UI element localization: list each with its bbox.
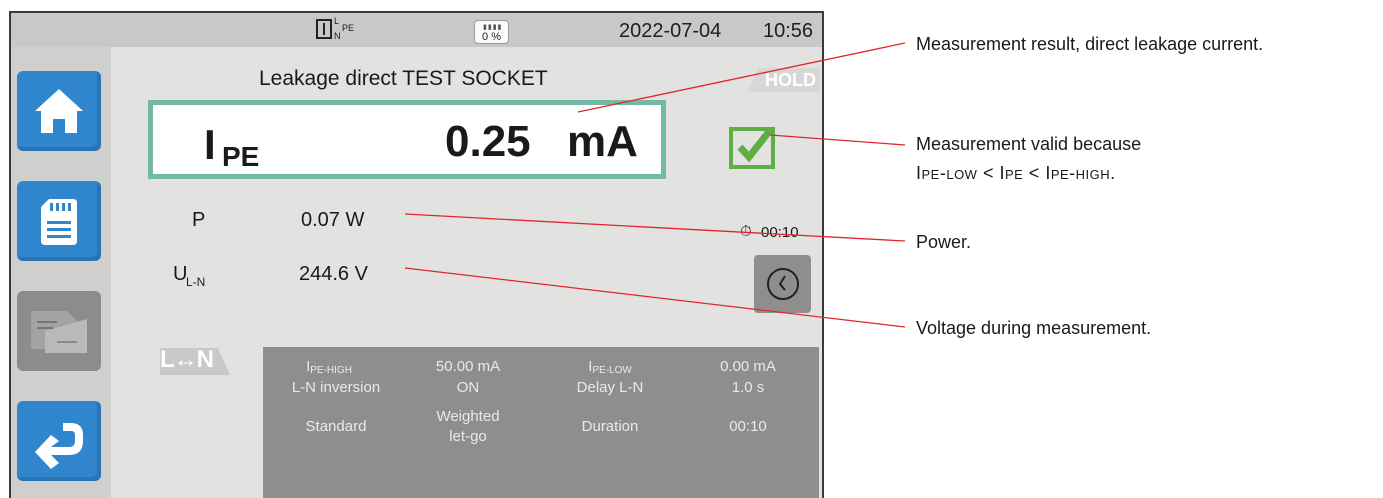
power-value: 0.07 W <box>301 209 365 231</box>
records-icon <box>31 311 87 353</box>
annotation-voltage: Voltage during measurement. <box>916 318 1152 338</box>
clock-icon <box>767 268 799 300</box>
param-ipe-low-value: 0.00 mA <box>720 358 776 375</box>
socket-lnpe-icon <box>316 19 332 39</box>
lnpe-n-label: N <box>334 31 341 41</box>
param-ipe-high-value: 50.00 mA <box>435 358 501 375</box>
result-value: 0.25 <box>445 117 531 166</box>
sd-card-contacts: ▮▮▮▮ <box>483 24 503 31</box>
home-button[interactable] <box>17 71 101 151</box>
result-symbol-subscript: PE <box>222 141 260 172</box>
sd-card-usage: 0 % <box>482 31 501 43</box>
timer-button[interactable] <box>754 255 811 313</box>
status-date: 2022-07-04 <box>619 20 722 42</box>
voltage-value: 244.6 V <box>299 263 368 285</box>
param-duration-label: Duration <box>581 418 639 435</box>
back-arrow-icon <box>35 423 83 469</box>
screen-title: Leakage direct TEST SOCKET <box>259 67 548 90</box>
sd-card-icon <box>41 199 77 245</box>
param-standard-value: Weighted let-go <box>436 408 500 445</box>
param-duration-value: 00:10 <box>729 418 767 435</box>
result-unit: mA <box>567 117 638 166</box>
sd-card-status-icon: ▮▮▮▮ 0 % <box>474 20 509 44</box>
annotation-valid-line2: Ipe-low < Ipe < Ipe-high. <box>916 163 1116 183</box>
lnpe-l-label: L <box>334 16 340 26</box>
param-ln-inversion-value: ON <box>456 379 480 396</box>
lnpe-pe-label: PE <box>342 23 355 33</box>
param-ln-inversion-label: L-N inversion <box>291 379 381 396</box>
power-label: P <box>192 209 206 231</box>
records-button[interactable] <box>17 291 101 371</box>
back-button[interactable] <box>17 401 101 481</box>
status-time: 10:56 <box>763 20 814 42</box>
status-bar: L N PE ▮▮▮▮ 0 % 2022-07-04 10:56 <box>11 13 822 47</box>
result-display: I PE 0.25 mA <box>148 100 666 179</box>
ln-inversion-label: L↔N <box>160 346 214 373</box>
param-delay-value: 1.0 s <box>731 379 765 396</box>
voltage-label-subscript: L-N <box>186 275 206 289</box>
result-symbol: I <box>204 121 216 168</box>
annotation-valid-line1: Measurement valid because <box>916 134 1142 154</box>
home-icon <box>35 89 83 133</box>
annotation-result: Measurement result, direct leakage curre… <box>916 34 1264 54</box>
annotation-power: Power. <box>916 232 972 252</box>
sidebar <box>11 47 111 498</box>
memory-button[interactable] <box>17 181 101 261</box>
param-standard-label: Standard <box>305 418 367 435</box>
param-delay-label: Delay L-N <box>576 379 644 396</box>
parameters-panel: IPE-HIGH 50.00 mA IPE-LOW 0.00 mA L-N in… <box>263 347 819 498</box>
stopwatch-icon: ⏱ <box>740 223 752 240</box>
valid-check-icon <box>729 127 775 169</box>
hold-button[interactable]: HOLD <box>748 68 820 92</box>
instrument-screen: L N PE ▮▮▮▮ 0 % 2022-07-04 10:56 Leakage… <box>9 11 824 498</box>
timer-value: 00:10 <box>761 224 799 241</box>
